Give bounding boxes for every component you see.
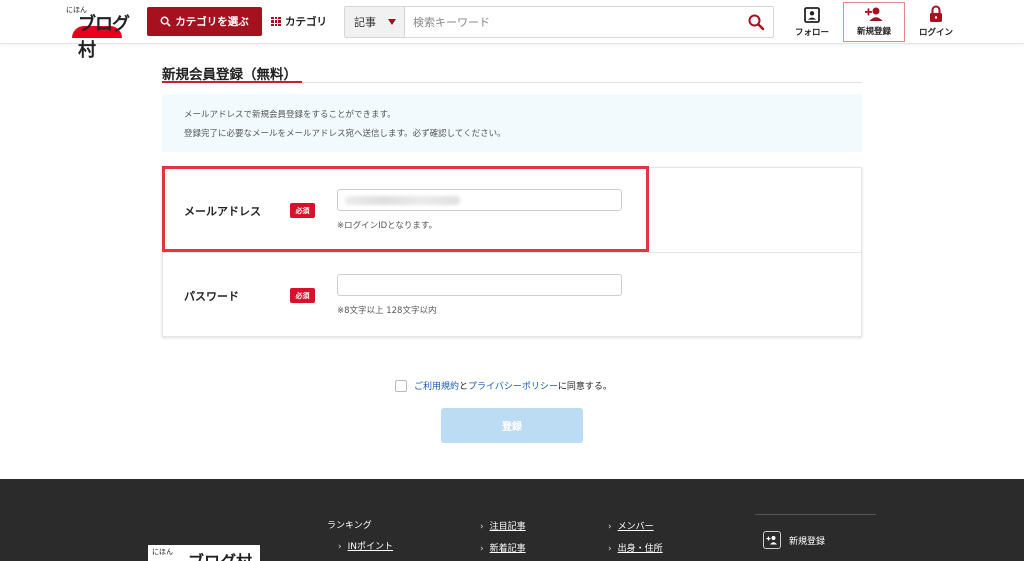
caret-down-icon xyxy=(388,19,396,25)
footer-link-members[interactable]: メンバー xyxy=(608,519,654,532)
profile-card-icon xyxy=(804,7,820,23)
footer-link-hometown[interactable]: 出身・住所 xyxy=(608,541,663,554)
register-header-button[interactable]: 新規登録 xyxy=(843,2,905,42)
info-text-line: 登録完了に必要なメールをメールアドレス宛へ送信します。必ず確認してください。 xyxy=(184,129,506,139)
add-user-icon xyxy=(865,7,883,21)
email-row: メールアドレス 必須 ※ログインIDとなります。 xyxy=(163,168,861,253)
info-text-line: メールアドレスで新規会員登録をすることができます。 xyxy=(184,110,396,120)
footer-ranking-heading: ランキング xyxy=(327,521,372,531)
category-link[interactable]: カテゴリ xyxy=(271,14,327,29)
footer-link-in-point[interactable]: INポイント xyxy=(338,539,393,552)
footer-logo-small-text: にほん xyxy=(152,548,173,556)
add-user-icon xyxy=(763,531,781,549)
lock-icon xyxy=(930,5,942,22)
register-submit-label: 登録 xyxy=(502,422,522,433)
redacted-email-value xyxy=(345,196,460,205)
info-box: メールアドレスで新規会員登録をすることができます。 登録完了に必要なメールをメー… xyxy=(162,94,862,152)
password-hint: ※8文字以上 128文字以内 xyxy=(337,306,437,316)
category-link-label: カテゴリ xyxy=(285,16,327,28)
search-type-value: 記事 xyxy=(354,16,376,29)
search-icon[interactable] xyxy=(747,13,765,31)
search-bar: 記事 xyxy=(344,6,774,38)
choose-category-label: カテゴリを選ぶ xyxy=(175,16,249,28)
agree-checkbox[interactable] xyxy=(395,379,407,392)
footer-link-featured-articles[interactable]: 注目記事 xyxy=(480,519,526,532)
follow-button[interactable]: フォロー xyxy=(781,2,843,42)
agree-suffix-text: に同意する。 xyxy=(557,382,612,392)
footer-divider xyxy=(755,514,876,515)
follow-label: フォロー xyxy=(794,28,829,38)
password-row: パスワード 必須 ※8文字以上 128文字以内 xyxy=(163,253,861,338)
footer-register-label: 新規登録 xyxy=(789,536,826,547)
password-label: パスワード xyxy=(184,290,239,303)
logo-main-text: ブログ村 xyxy=(78,14,130,61)
footer-logo-main-text: ブログ村 xyxy=(188,548,252,561)
agree-and-text: と xyxy=(459,382,469,392)
required-badge: 必須 xyxy=(290,288,315,303)
email-hint: ※ログインIDとなります。 xyxy=(337,221,438,231)
agree-terms-row: ご利用規約 と プライバシーポリシー に同意する。 xyxy=(395,379,612,392)
site-footer: にほん ブログ村 ランキング INポイント 注目記事 新着記事 メンバー 出身・… xyxy=(0,479,1024,561)
registration-form: メールアドレス 必須 ※ログインIDとなります。 パスワード 必須 ※8文字以上… xyxy=(162,167,862,337)
search-input[interactable] xyxy=(406,7,736,37)
grid-icon xyxy=(271,16,281,27)
footer-register-button[interactable]: 新規登録 xyxy=(763,531,825,549)
search-type-select[interactable]: 記事 xyxy=(345,7,405,37)
footer-link-new-articles[interactable]: 新着記事 xyxy=(480,541,526,554)
site-logo[interactable]: にほん ブログ村 xyxy=(64,4,140,61)
page-title: 新規会員登録（無料） xyxy=(162,67,297,83)
choose-category-button[interactable]: カテゴリを選ぶ xyxy=(147,7,262,36)
login-button[interactable]: ログイン xyxy=(905,2,967,42)
search-icon xyxy=(160,16,171,27)
email-label: メールアドレス xyxy=(184,205,261,218)
register-header-label: 新規登録 xyxy=(856,27,891,37)
required-badge: 必須 xyxy=(290,203,315,218)
terms-link[interactable]: ご利用規約 xyxy=(414,379,459,392)
password-field[interactable] xyxy=(337,274,622,296)
privacy-policy-link[interactable]: プライバシーポリシー xyxy=(468,379,558,392)
login-label: ログイン xyxy=(918,28,953,38)
title-accent-underline xyxy=(162,81,302,83)
site-header: にほん ブログ村 カテゴリを選ぶ カテゴリ 記事 フォロー xyxy=(0,0,1024,61)
footer-logo[interactable]: にほん ブログ村 xyxy=(148,545,260,561)
register-submit-button[interactable]: 登録 xyxy=(441,408,583,443)
